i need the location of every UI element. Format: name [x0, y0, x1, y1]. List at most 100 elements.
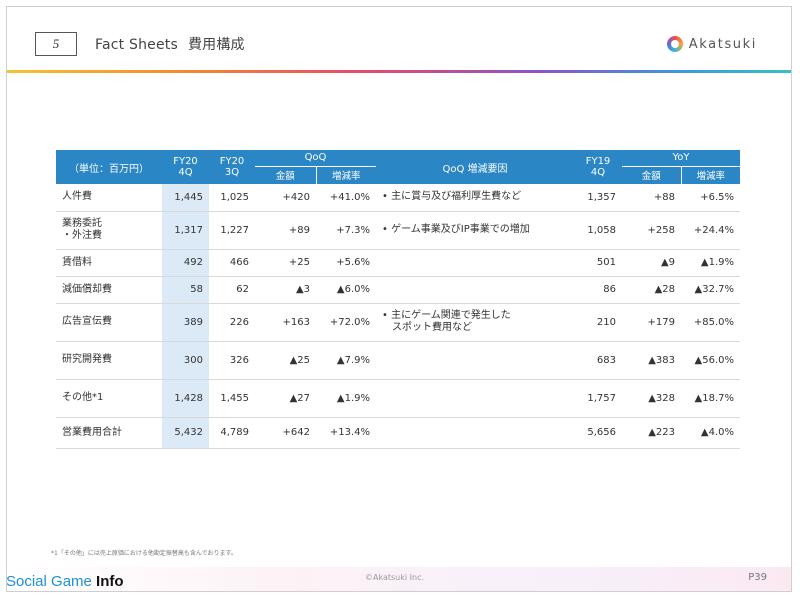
watermark-bold: Info — [96, 573, 124, 590]
fy19-4q-value: 1,058 — [574, 211, 622, 250]
qoq-amount-value: +89 — [255, 211, 316, 250]
qoq-amount-value: ▲27 — [255, 379, 316, 418]
qoq-amount-value: ▲25 — [255, 341, 316, 380]
yoy-rate-value: ▲1.9% — [681, 249, 740, 277]
cost-structure-table: （単位：百万円） FY20 4Q FY20 3Q QoQ QoQ 増減要因 FY19… — [56, 150, 740, 449]
table-row: 賃借料 492 466 +25 +5.6% 501 ▲9 ▲1.9% — [56, 249, 740, 277]
qoq-amount-value: +25 — [255, 249, 316, 277]
slide-title-en: Fact Sheets — [95, 37, 178, 53]
fy20-3q-value: 62 — [209, 276, 255, 304]
yoy-rate-value: ▲56.0% — [681, 341, 740, 380]
table-row: 減価償却費 58 62 ▲3 ▲6.0% 86 ▲28 ▲32.7% — [56, 276, 740, 304]
fy20-4q-value: 5,432 — [162, 417, 209, 449]
fy20-3q-value: 1,025 — [209, 184, 255, 212]
fy20-4q-value: 300 — [162, 341, 209, 380]
qoq-amount-value: +420 — [255, 184, 316, 212]
qoq-amount-value: ▲3 — [255, 276, 316, 304]
slide: 5 Fact Sheets 費用構成 Akatsuki （単位：百万円） FY20… — [6, 6, 792, 592]
yoy-rate-value: ▲4.0% — [681, 417, 740, 449]
fy19-4q-value: 1,757 — [574, 379, 622, 418]
brand-name: Akatsuki — [688, 36, 757, 52]
row-label: 広告宣伝費 — [56, 303, 162, 342]
yoy-amount-value: ▲9 — [622, 249, 681, 277]
slide-title-jp: 費用構成 — [187, 37, 245, 53]
row-label: 賃借料 — [56, 249, 162, 277]
unit-header: （単位：百万円） — [56, 150, 162, 184]
qoq-reason — [376, 276, 574, 304]
fy19-4q-value: 5,656 — [574, 417, 622, 449]
fy20-3q-value: 326 — [209, 341, 255, 380]
qoq-header: QoQ — [255, 150, 376, 167]
fy20-4q-value: 1,317 — [162, 211, 209, 250]
fy20-3q-header: FY20 3Q — [209, 150, 255, 184]
watermark-text: Social Game — [6, 573, 92, 590]
fy20-3q-value: 1,227 — [209, 211, 255, 250]
watermark: Social Game Info — [6, 573, 124, 590]
fy19-4q-value: 1,357 — [574, 184, 622, 212]
qoq-reason — [376, 417, 574, 449]
fy20-4q-value: 492 — [162, 249, 209, 277]
row-label: 人件費 — [56, 184, 162, 212]
qoq-rate-value: +41.0% — [316, 184, 376, 212]
footnote: *1「その他」には売上原価における他勘定振替高も含んでおります。 — [51, 550, 237, 557]
qoq-rate-value: +5.6% — [316, 249, 376, 277]
fy20-3q-value: 1,455 — [209, 379, 255, 418]
fy20-4q-value: 1,428 — [162, 379, 209, 418]
fy20-4q-value: 389 — [162, 303, 209, 342]
qoq-rate-value: ▲6.0% — [316, 276, 376, 304]
fy19-4q-value: 210 — [574, 303, 622, 342]
yoy-amount-value: ▲28 — [622, 276, 681, 304]
qoq-reason — [376, 341, 574, 380]
yoy-amount-value: ▲383 — [622, 341, 681, 380]
qoq-rate-value: +7.3% — [316, 211, 376, 250]
copyright: ©Akatsuki Inc. — [365, 573, 425, 582]
row-label: 研究開発費 — [56, 341, 162, 380]
qoq-amount-value: +642 — [255, 417, 316, 449]
qoq-amount-value: +163 — [255, 303, 316, 342]
table-row: 研究開発費 300 326 ▲25 ▲7.9% 683 ▲383 ▲56.0% — [56, 341, 740, 380]
yoy-rate-header: 増減率 — [680, 166, 740, 184]
fy20-4q-header: FY20 4Q — [162, 150, 209, 184]
table-row-total: 営業費用合計 5,432 4,789 +642 +13.4% 5,656 ▲22… — [56, 417, 740, 449]
qoq-reason-header: QoQ 増減要因 — [376, 150, 574, 184]
qoq-rate-value: ▲1.9% — [316, 379, 376, 418]
yoy-amount-value: ▲223 — [622, 417, 681, 449]
fy20-3q-value: 226 — [209, 303, 255, 342]
fy19-4q-value: 86 — [574, 276, 622, 304]
row-label: 営業費用合計 — [56, 417, 162, 449]
slide-header: 5 Fact Sheets 費用構成 Akatsuki — [7, 7, 791, 71]
page-number: P39 — [748, 572, 767, 583]
row-label: その他*1 — [56, 379, 162, 418]
table-row: 広告宣伝費 389 226 +163 +72.0% • 主にゲーム関連で発生した… — [56, 303, 740, 342]
fy19-4q-header: FY19 4Q — [574, 150, 622, 184]
yoy-rate-value: +24.4% — [681, 211, 740, 250]
table-row: 業務委託 ・外注費 1,317 1,227 +89 +7.3% • ゲーム事業及び… — [56, 211, 740, 250]
qoq-rate-header: 増減率 — [315, 166, 376, 184]
slide-title: Fact Sheets 費用構成 — [95, 34, 245, 54]
section-number-box: 5 — [35, 32, 77, 56]
qoq-reason: • ゲーム事業及びIP事業での増加 — [376, 211, 574, 250]
yoy-rate-value: ▲18.7% — [681, 379, 740, 418]
fy20-3q-value: 4,789 — [209, 417, 255, 449]
akatsuki-logo-icon — [666, 36, 683, 52]
qoq-rate-value: +72.0% — [316, 303, 376, 342]
table-header-row: （単位：百万円） FY20 4Q FY20 3Q QoQ QoQ 増減要因 FY19… — [56, 150, 740, 184]
yoy-header: YoY — [622, 150, 740, 167]
qoq-reason: • 主に賞与及び福利厚生費など — [376, 184, 574, 212]
yoy-amount-header: 金額 — [622, 166, 681, 184]
qoq-amount-header: 金額 — [255, 166, 316, 184]
yoy-rate-value: ▲32.7% — [681, 276, 740, 304]
fy20-4q-value: 1,445 — [162, 184, 209, 212]
qoq-rate-value: ▲7.9% — [316, 341, 376, 380]
brand: Akatsuki — [666, 34, 757, 54]
rainbow-divider — [7, 70, 791, 73]
fy20-3q-value: 466 — [209, 249, 255, 277]
yoy-rate-value: +85.0% — [681, 303, 740, 342]
table-row: その他*1 1,428 1,455 ▲27 ▲1.9% 1,757 ▲328 ▲… — [56, 379, 740, 418]
yoy-amount-value: +179 — [622, 303, 681, 342]
fy20-4q-value: 58 — [162, 276, 209, 304]
yoy-amount-value: ▲328 — [622, 379, 681, 418]
yoy-rate-value: +6.5% — [681, 184, 740, 212]
qoq-rate-value: +13.4% — [316, 417, 376, 449]
fy19-4q-value: 683 — [574, 341, 622, 380]
